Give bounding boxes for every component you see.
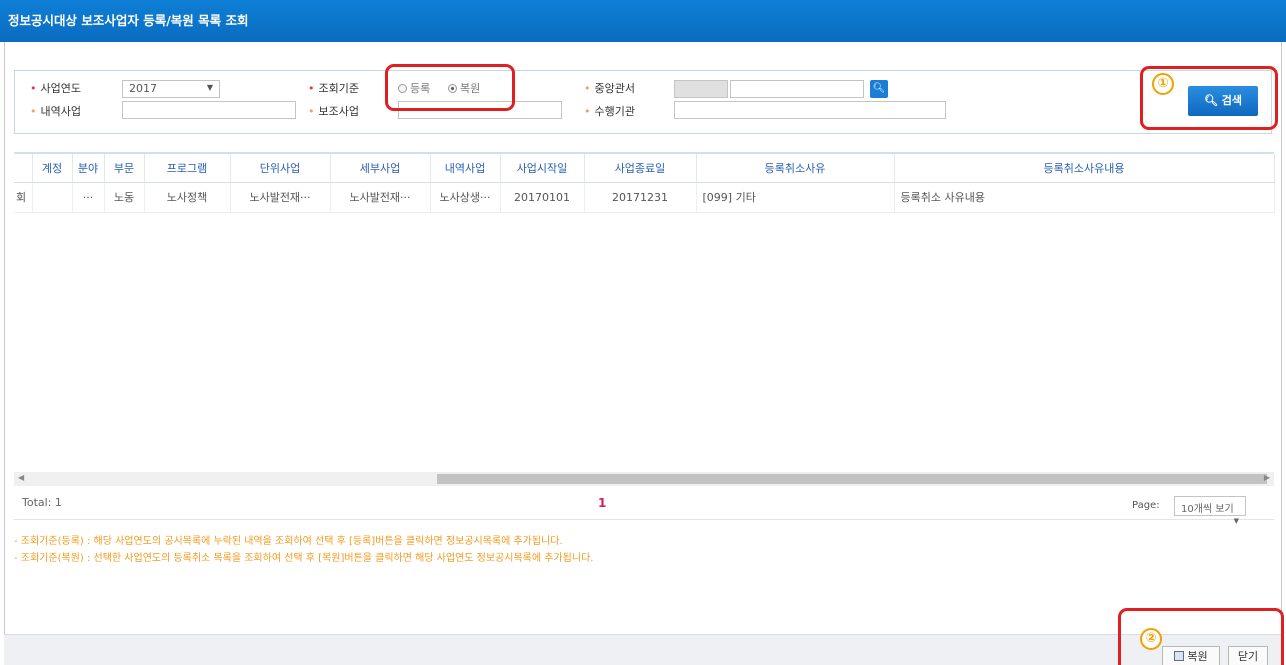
col-header[interactable]: 분야 (72, 154, 105, 183)
col-header[interactable]: 부문 (104, 154, 145, 183)
table-cell: [099] 기타 (696, 182, 895, 213)
help-notes: - 조회기준(등록) : 해당 사업연도의 공시목록에 누락된 내역을 조회하여… (14, 533, 593, 567)
table-cell: 20170101 (500, 182, 585, 213)
table-cell: 노사발전재··· (230, 182, 331, 213)
chevron-down-icon: ▼ (206, 83, 213, 92)
year-select[interactable]: 2017 ▼ (122, 80, 220, 98)
ministry-name-input[interactable] (730, 80, 864, 98)
table-cell: 노동 (104, 182, 145, 213)
table-cell: ··· (72, 182, 105, 213)
horizontal-scrollbar[interactable]: ◀ ▶ (14, 472, 1274, 486)
col-header[interactable]: 사업종료일 (584, 154, 697, 183)
chevron-down-icon: ▼ (1233, 517, 1239, 525)
agency-label: 수행기관 (584, 103, 635, 119)
col-header[interactable]: 프로그램 (144, 154, 231, 183)
table-cell (32, 182, 73, 213)
window-title: 정보공시대상 보조사업자 등록/복원 목록 조회 (8, 13, 249, 28)
table-cell: 노사정책 (144, 182, 231, 213)
col-header[interactable]: 등록취소사유내용 (894, 154, 1275, 183)
ministry-code-input[interactable] (674, 80, 728, 98)
scrollbar-thumb[interactable] (437, 474, 1267, 484)
table-cell: 노사상생··· (430, 182, 501, 213)
result-grid: 계정 분야 부문 프로그램 단위사업 세부사업 내역사업 사업시작일 사업종료일… (14, 152, 1275, 482)
sub-project-input[interactable] (122, 101, 296, 119)
col-header[interactable]: 등록취소사유 (696, 154, 895, 183)
table-cell: 회 (14, 182, 33, 213)
criteria-label: 조회기준 (308, 80, 359, 96)
col-header[interactable]: 내역사업 (430, 154, 501, 183)
year-value: 2017 (129, 82, 157, 95)
col-header[interactable]: 세부사업 (330, 154, 431, 183)
subsidy-label: 보조사업 (308, 103, 359, 119)
col-header[interactable]: 단위사업 (230, 154, 331, 183)
window-titlebar: 정보공시대상 보조사업자 등록/복원 목록 조회 (0, 0, 1286, 42)
table-cell: 노사발전재··· (330, 182, 431, 213)
search-icon: 🔍︎ (872, 83, 886, 94)
col-header[interactable]: 사업시작일 (500, 154, 585, 183)
note-restore: - 조회기준(복원) : 선택한 사업연도의 등록취소 목록을 조회하여 선택 … (14, 553, 594, 564)
agency-input[interactable] (674, 101, 946, 119)
page-label: Page: (1132, 500, 1160, 511)
note-register: - 조회기준(등록) : 해당 사업연도의 공시목록에 누락된 내역을 조회하여… (14, 536, 563, 547)
table-header: 계정 분야 부문 프로그램 단위사업 세부사업 내역사업 사업시작일 사업종료일… (14, 154, 1275, 183)
highlight-criteria (385, 64, 515, 111)
ministry-search-button[interactable]: 🔍︎ (870, 80, 888, 98)
table-cell: 20171231 (584, 182, 697, 213)
year-label: 사업연도 (30, 80, 81, 96)
sub-project-label: 내역사업 (30, 103, 81, 119)
ministry-label: 중앙관서 (584, 80, 635, 96)
page-size-select[interactable]: 10개씩 보기 ▼ (1174, 496, 1246, 525)
page-size-value: 10개씩 보기 (1181, 504, 1234, 515)
col-header[interactable]: 계정 (32, 154, 73, 183)
scroll-left-icon[interactable]: ◀ (18, 473, 24, 482)
table-row[interactable]: 회 ··· 노동 노사정책 노사발전재··· 노사발전재··· 노사상생··· … (14, 182, 1275, 213)
result-table: 계정 분야 부문 프로그램 단위사업 세부사업 내역사업 사업시작일 사업종료일… (14, 154, 1275, 213)
marker-2: ② (1140, 628, 1162, 650)
page-number-link[interactable]: 1 (598, 496, 606, 510)
scroll-right-icon[interactable]: ▶ (1264, 473, 1270, 482)
marker-1: ① (1152, 73, 1174, 95)
col-header[interactable] (14, 154, 33, 183)
total-count: Total: 1 (22, 496, 62, 509)
bottom-action-bar (4, 634, 1282, 665)
grid-footer: Total: 1 1 Page: 10개씩 보기 ▼ (14, 488, 1274, 525)
table-cell: 등록취소 사유내용 (894, 182, 1275, 213)
